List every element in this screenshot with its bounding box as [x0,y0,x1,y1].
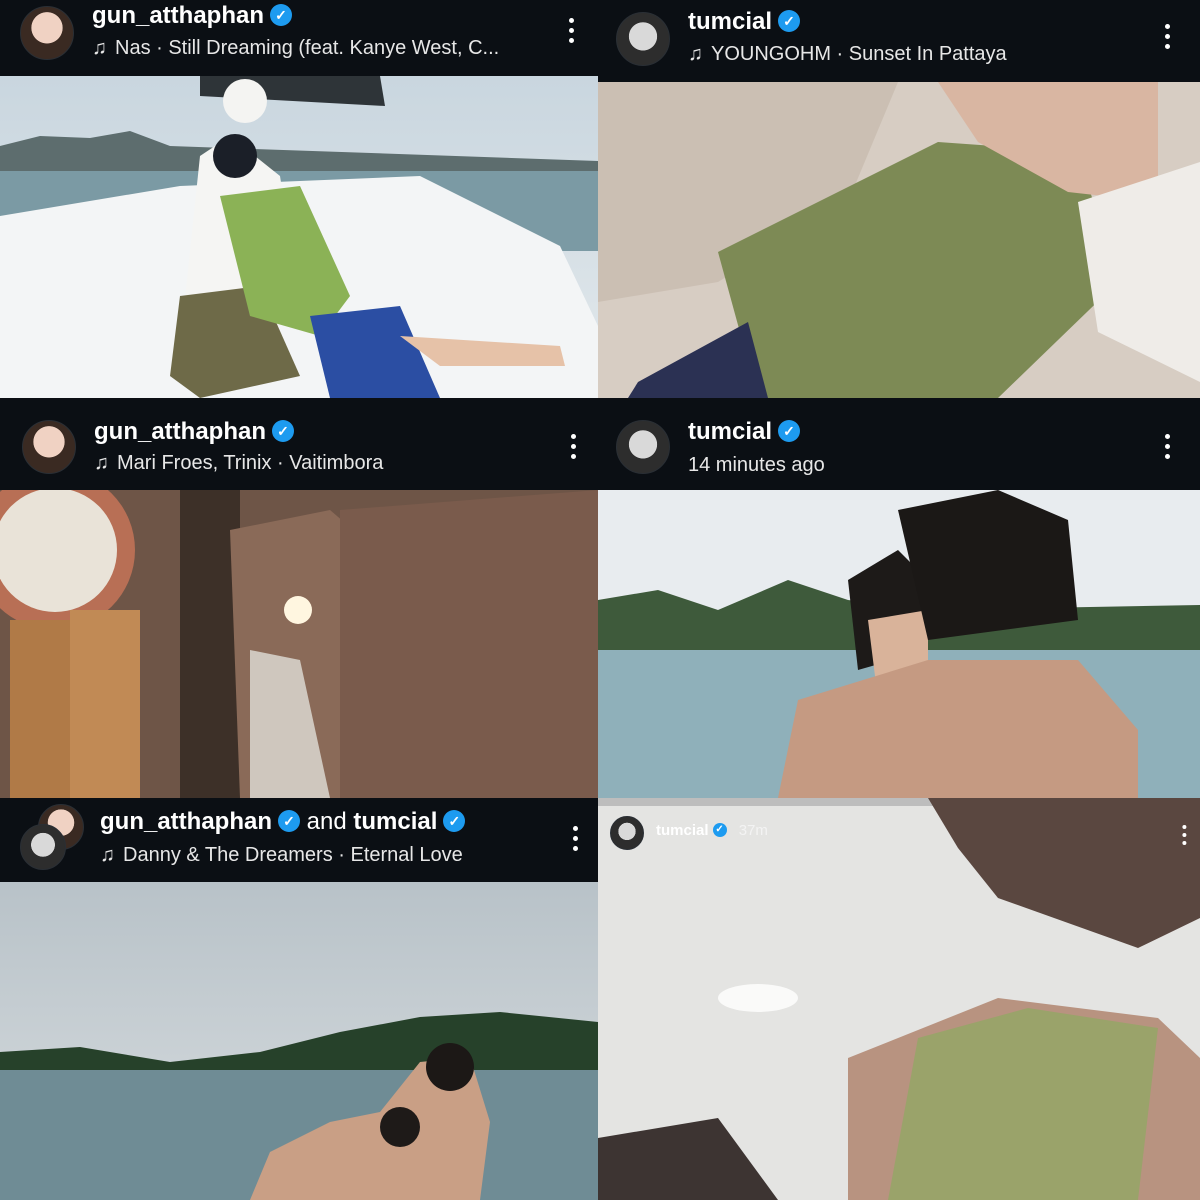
verified-badge-icon: ✓ [278,809,300,832]
bed-photo [598,82,1200,398]
boat-deck-photo [0,76,598,398]
more-options-icon[interactable] [568,434,578,464]
avatar[interactable] [20,6,74,60]
song-title: Nas · Still Dreaming (feat. Kanye West, … [115,37,500,59]
timestamp: 37m [738,822,768,839]
verified-badge-icon: ✓ [272,419,294,442]
more-options-icon[interactable] [1180,825,1188,849]
story-panel-3: gun_atthaphan ✓ ♫ Mari Froes, Trinix · Vai… [0,398,598,798]
verified-badge-icon: ✓ [778,419,801,442]
verified-badge-icon: ✓ [443,809,466,832]
avatar[interactable] [22,420,76,474]
timestamp: 14 minutes ago [688,454,825,476]
story-panel-6: tumcial ✓ 37m [598,798,1200,1200]
username-text: gun_atthaphan [100,808,272,835]
story-header: tumcial ✓ ♫ YOUNGOHM · Sunset In Pattaya [598,0,1200,82]
story-header: gun_atthaphan ✓ ♫ Nas · Still Dreaming (fe… [0,0,598,76]
avatar[interactable] [616,12,670,66]
username[interactable]: gun_atthaphan ✓ and tumcial ✓ [100,808,466,836]
story-panel-2: tumcial ✓ ♫ YOUNGOHM · Sunset In Pattaya [598,0,1200,398]
username[interactable]: tumcial ✓ [688,8,801,36]
username[interactable]: tumcial ✓ 37m [656,822,768,839]
username[interactable]: tumcial ✓ [688,418,801,446]
sea-horizon-photo [0,882,598,1200]
verified-badge-icon: ✓ [270,3,292,26]
username[interactable]: gun_atthaphan ✓ [94,418,294,446]
story-photo [0,470,598,798]
music-label[interactable]: ♫ Mari Froes, Trinix · Vaitimbora [94,452,534,475]
music-label[interactable]: ♫ Nas · Still Dreaming (feat. Kanye West,… [92,37,532,60]
username-text: gun_atthaphan [92,2,264,29]
music-note-icon: ♫ [100,844,115,866]
story-header: tumcial ✓ 14 minutes ago [598,398,1200,490]
sea-swim-photo [598,490,1200,798]
story-photo [598,82,1200,398]
music-note-icon: ♫ [92,37,107,59]
username-text: tumcial [688,418,773,445]
music-note-icon: ♫ [94,452,109,474]
avatar[interactable] [610,816,644,850]
conjunction-text: and [306,808,347,835]
verified-badge-icon: ✓ [778,9,801,32]
story-header: gun_atthaphan ✓ and tumcial ✓ ♫ Danny & The… [0,798,598,882]
music-label[interactable]: ♫ YOUNGOHM · Sunset In Pattaya [688,43,1128,66]
story-panel-4: tumcial ✓ 14 minutes ago [598,398,1200,798]
story-panel-5: gun_atthaphan ✓ and tumcial ✓ ♫ Danny & The… [0,798,598,1200]
song-title: Mari Froes, Trinix · Vaitimbora [117,452,384,474]
song-title: Danny & The Dreamers · Eternal Love [123,844,463,866]
music-label[interactable]: ♫ Danny & The Dreamers · Eternal Love [100,844,540,867]
avatar[interactable] [616,420,670,474]
username-text: gun_atthaphan [94,418,266,445]
avatar-secondary[interactable] [20,824,66,870]
more-options-icon[interactable] [1162,24,1172,54]
song-title: YOUNGOHM · Sunset In Pattaya [711,43,1007,65]
blurred-underwater-photo [598,798,1200,1200]
mirror-selfie-photo [0,470,598,798]
more-options-icon[interactable] [570,826,580,856]
username[interactable]: gun_atthaphan ✓ [92,2,292,30]
more-options-icon[interactable] [566,18,576,48]
story-photo [598,490,1200,798]
verified-badge-icon: ✓ [712,823,727,838]
story-photo [0,882,598,1200]
username-text: tumcial [688,8,773,35]
story-photo [0,76,598,398]
username-text-2[interactable]: tumcial [353,808,437,835]
username-text: tumcial [656,822,709,839]
story-panel-1: gun_atthaphan ✓ ♫ Nas · Still Dreaming (fe… [0,0,598,398]
story-header: gun_atthaphan ✓ ♫ Mari Froes, Trinix · Vai… [0,398,598,490]
more-options-icon[interactable] [1162,434,1172,464]
music-note-icon: ♫ [688,43,703,65]
